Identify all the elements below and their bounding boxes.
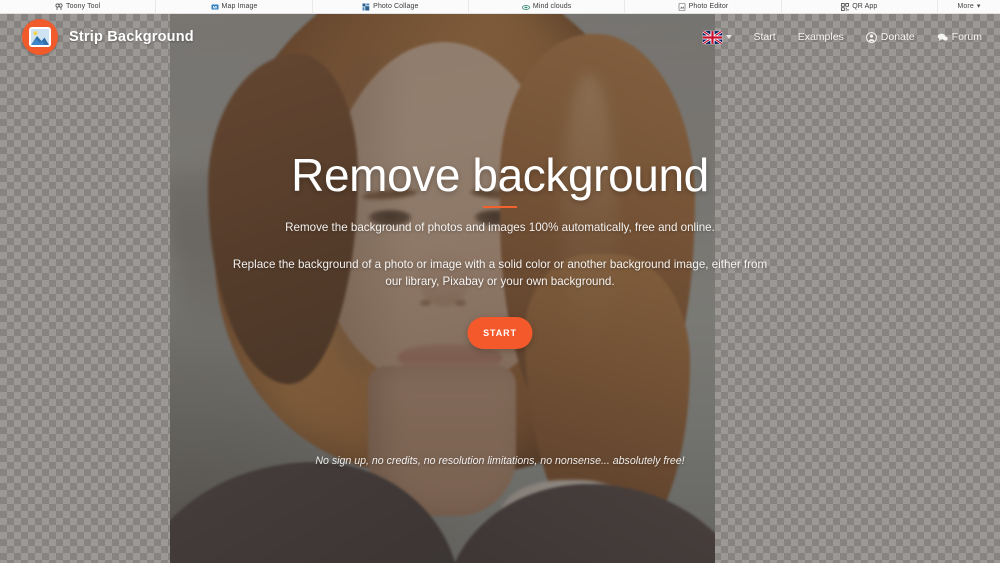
topbar-item-photo-collage[interactable]: Photo Collage bbox=[313, 0, 469, 14]
hero-footnote: No sign up, no credits, no resolution li… bbox=[315, 455, 685, 467]
nav-link-label: Forum bbox=[951, 31, 982, 43]
uk-flag-icon bbox=[702, 30, 722, 44]
topbar-more-label: More bbox=[957, 3, 974, 10]
topbar-item-more[interactable]: More ▾ bbox=[938, 0, 1000, 14]
topbar-item-label: Toony Tool bbox=[65, 3, 101, 10]
hero-subtitle-secondary: Replace the background of a photo or ima… bbox=[232, 258, 768, 288]
topbar-item-label: Photo Collage bbox=[373, 3, 419, 10]
topbar-item-label: QR App bbox=[852, 3, 878, 10]
hero-subtitle-primary: Remove the background of photos and imag… bbox=[285, 221, 715, 234]
topbar-item-mind-clouds[interactable]: Mind clouds bbox=[469, 0, 626, 14]
partner-topbar: Toony Tool MI Map Image Photo Collage Mi… bbox=[0, 0, 1000, 14]
hero-content: Remove background Remove the background … bbox=[0, 14, 1000, 563]
topbar-item-label: Map Image bbox=[221, 3, 258, 10]
user-icon bbox=[865, 31, 877, 43]
topbar-item-label: Photo Editor bbox=[688, 3, 729, 10]
photo-editor-icon bbox=[678, 2, 686, 11]
nav-link-label: Examples bbox=[797, 31, 844, 43]
topbar-item-photo-editor[interactable]: Photo Editor bbox=[625, 0, 782, 14]
topbar-item-qr-app[interactable]: QR App bbox=[782, 0, 938, 14]
nav-link-start[interactable]: Start bbox=[754, 31, 776, 43]
brand-name: Strip Background bbox=[69, 29, 194, 45]
nav-link-donate[interactable]: Donate bbox=[865, 31, 915, 43]
page-title: Remove background bbox=[291, 149, 709, 201]
nav-link-forum[interactable]: Forum bbox=[937, 31, 982, 43]
main-nav: Start Examples Donate Forum bbox=[702, 30, 982, 44]
chat-bubble-icon bbox=[937, 32, 948, 43]
nav-link-examples[interactable]: Examples bbox=[798, 31, 844, 43]
mind-clouds-icon bbox=[522, 3, 530, 11]
site-header: Strip Background Start Examples Donate F… bbox=[0, 14, 1000, 60]
brand-logo-circle bbox=[22, 19, 58, 55]
qr-app-icon bbox=[841, 2, 850, 11]
map-image-icon: MI bbox=[211, 3, 219, 11]
start-button[interactable]: START bbox=[467, 317, 533, 349]
chevron-down-icon: ▾ bbox=[976, 3, 981, 10]
toony-tool-icon bbox=[55, 3, 63, 11]
brand-logo-link[interactable]: Strip Background bbox=[22, 19, 194, 55]
topbar-item-toony-tool[interactable]: Toony Tool bbox=[0, 0, 157, 14]
topbar-item-label: Mind clouds bbox=[532, 3, 572, 10]
svg-text:MI: MI bbox=[212, 4, 217, 9]
nav-link-label: Donate bbox=[880, 31, 915, 43]
picture-icon bbox=[29, 27, 51, 47]
photo-collage-icon bbox=[362, 3, 370, 11]
language-selector[interactable] bbox=[702, 30, 732, 44]
chevron-down-icon bbox=[725, 35, 732, 39]
title-accent-rule bbox=[483, 206, 517, 208]
nav-link-label: Start bbox=[753, 31, 776, 43]
topbar-item-map-image[interactable]: MI Map Image bbox=[156, 0, 313, 14]
